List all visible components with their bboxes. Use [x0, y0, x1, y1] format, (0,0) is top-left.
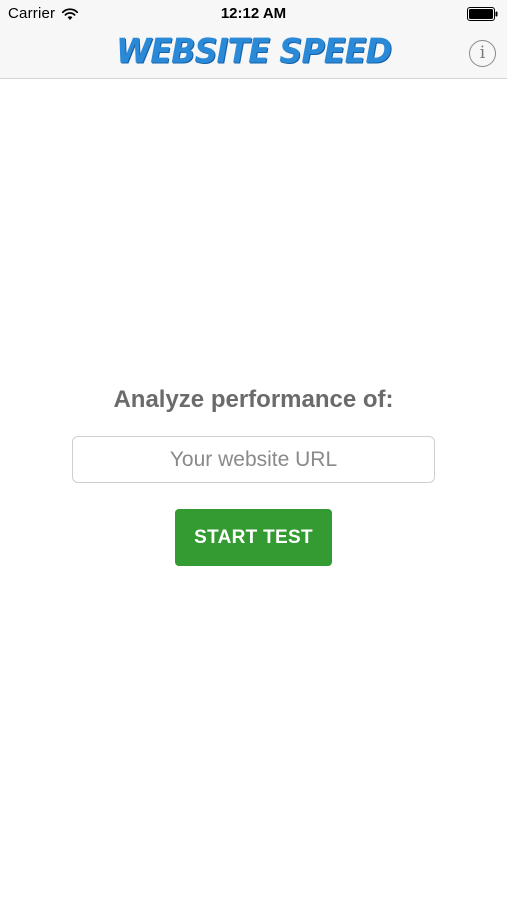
info-button[interactable]: i: [469, 40, 496, 67]
status-bar: Carrier 12:12 AM: [0, 0, 507, 28]
status-time: 12:12 AM: [220, 5, 287, 22]
app-screen: Carrier 12:12 AM WEBSITE SPEED i Analyze…: [0, 0, 507, 900]
start-test-button[interactable]: START TEST: [175, 509, 332, 566]
app-title-logo: WEBSITE SPEED: [115, 31, 392, 71]
battery-icon: [467, 7, 498, 21]
analyze-heading: Analyze performance of:: [113, 386, 394, 413]
navigation-bar: WEBSITE SPEED i: [0, 28, 507, 79]
info-icon: i: [479, 43, 486, 63]
website-url-input[interactable]: [72, 436, 435, 483]
